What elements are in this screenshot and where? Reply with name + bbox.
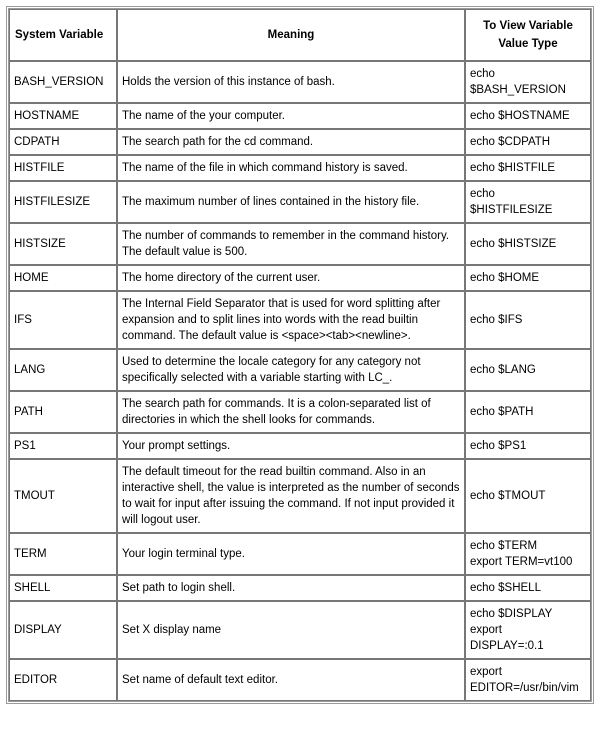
cell-view-command: echo $TMOUT <box>465 459 591 533</box>
cell-system-variable: TERM <box>9 533 117 575</box>
cell-system-variable: PATH <box>9 391 117 433</box>
table-row: PATH The search path for commands. It is … <box>9 391 591 433</box>
table-row: HISTSIZE The number of commands to rememb… <box>9 223 591 265</box>
view-command-line: export TERM=vt100 <box>470 556 573 568</box>
cell-system-variable: LANG <box>9 349 117 391</box>
cell-meaning: Set X display name <box>117 601 465 659</box>
cell-system-variable: CDPATH <box>9 129 117 155</box>
cell-view-command: echo $HOME <box>465 265 591 291</box>
cell-meaning: The default timeout for the read builtin… <box>117 459 465 533</box>
cell-meaning: The name of the your computer. <box>117 103 465 129</box>
cell-meaning: The name of the file in which command hi… <box>117 155 465 181</box>
cell-meaning: Your prompt settings. <box>117 433 465 459</box>
view-command-line: echo <box>470 188 495 200</box>
cell-view-command: echo $HISTFILE <box>465 155 591 181</box>
cell-system-variable: PS1 <box>9 433 117 459</box>
table-row: IFS The Internal Field Separator that is … <box>9 291 591 349</box>
table-row: LANG Used to determine the locale categor… <box>9 349 591 391</box>
view-command-line: $BASH_VERSION <box>470 84 566 96</box>
system-variables-table: System Variable Meaning To View Variable… <box>6 6 594 704</box>
cell-system-variable: HISTFILE <box>9 155 117 181</box>
table-row: DISPLAY Set X display name echo $DISPLAY ex… <box>9 601 591 659</box>
table-row: HOME The home directory of the current us… <box>9 265 591 291</box>
view-command-line: echo $HOSTNAME <box>470 110 570 122</box>
cell-system-variable: DISPLAY <box>9 601 117 659</box>
table-row: BASH_VERSION Holds the version of this in… <box>9 61 591 103</box>
cell-view-command: echo $DISPLAY export DISPLAY=:0.1 <box>465 601 591 659</box>
table-row: PS1 Your prompt settings. echo $PS1 <box>9 433 591 459</box>
view-command-line: echo $SHELL <box>470 582 541 594</box>
cell-system-variable: HOSTNAME <box>9 103 117 129</box>
view-command-line: EDITOR=/usr/bin/vim <box>470 682 579 694</box>
cell-meaning: The maximum number of lines contained in… <box>117 181 465 223</box>
cell-system-variable: HISTSIZE <box>9 223 117 265</box>
view-command-line: echo $PS1 <box>470 440 527 452</box>
cell-meaning: Set name of default text editor. <box>117 659 465 701</box>
cell-view-command: echo $HISTSIZE <box>465 223 591 265</box>
view-command-line: echo $IFS <box>470 314 523 326</box>
cell-meaning: Your login terminal type. <box>117 533 465 575</box>
column-header-to-view-variable-value-type: To View Variable Value Type <box>465 9 591 61</box>
cell-system-variable: BASH_VERSION <box>9 61 117 103</box>
cell-meaning: The home directory of the current user. <box>117 265 465 291</box>
cell-view-command: echo $BASH_VERSION <box>465 61 591 103</box>
view-command-line: echo $HISTSIZE <box>470 238 557 250</box>
view-command-line: echo $DISPLAY <box>470 608 553 620</box>
cell-meaning: Holds the version of this instance of ba… <box>117 61 465 103</box>
cell-view-command: echo $PATH <box>465 391 591 433</box>
column-header-line-1: To View Variable <box>483 20 573 32</box>
view-command-line: export <box>470 666 502 678</box>
cell-meaning: Used to determine the locale category fo… <box>117 349 465 391</box>
column-header-line-2: Value Type <box>498 38 558 50</box>
cell-system-variable: EDITOR <box>9 659 117 701</box>
view-command-line: echo $LANG <box>470 364 536 376</box>
column-header-meaning: Meaning <box>117 9 465 61</box>
cell-meaning: The search path for the cd command. <box>117 129 465 155</box>
cell-view-command: echo $SHELL <box>465 575 591 601</box>
cell-system-variable: SHELL <box>9 575 117 601</box>
cell-view-command: echo $HOSTNAME <box>465 103 591 129</box>
table-row: HISTFILE The name of the file in which co… <box>9 155 591 181</box>
table-row: EDITOR Set name of default text editor. ex… <box>9 659 591 701</box>
view-command-line: export <box>470 624 502 636</box>
cell-view-command: echo $PS1 <box>465 433 591 459</box>
table-row: SHELL Set path to login shell. echo $SHELL <box>9 575 591 601</box>
cell-view-command: echo $CDPATH <box>465 129 591 155</box>
cell-view-command: echo $IFS <box>465 291 591 349</box>
view-command-line: echo $HOME <box>470 272 540 284</box>
cell-meaning: The search path for commands. It is a co… <box>117 391 465 433</box>
table-row: CDPATH The search path for the cd command… <box>9 129 591 155</box>
cell-system-variable: TMOUT <box>9 459 117 533</box>
cell-system-variable: IFS <box>9 291 117 349</box>
cell-view-command: echo $TERM export TERM=vt100 <box>465 533 591 575</box>
table-header: System Variable Meaning To View Variable… <box>9 9 591 61</box>
document-page: System Variable Meaning To View Variable… <box>0 0 598 737</box>
cell-meaning: The Internal Field Separator that is use… <box>117 291 465 349</box>
view-command-line: echo $PATH <box>470 406 534 418</box>
cell-view-command: echo $HISTFILESIZE <box>465 181 591 223</box>
table-body: BASH_VERSION Holds the version of this in… <box>9 61 591 701</box>
table-row: HISTFILESIZE The maximum number of lines … <box>9 181 591 223</box>
column-header-system-variable: System Variable <box>9 9 117 61</box>
cell-meaning: Set path to login shell. <box>117 575 465 601</box>
table-row: HOSTNAME The name of the your computer. ec… <box>9 103 591 129</box>
cell-view-command: export EDITOR=/usr/bin/vim <box>465 659 591 701</box>
table-header-row: System Variable Meaning To View Variable… <box>9 9 591 61</box>
view-command-line: echo $HISTFILE <box>470 162 556 174</box>
view-command-line: echo $TERM <box>470 540 538 552</box>
cell-system-variable: HOME <box>9 265 117 291</box>
table-row: TERM Your login terminal type. echo $TERM e… <box>9 533 591 575</box>
view-command-line: echo $CDPATH <box>470 136 551 148</box>
view-command-line: $HISTFILESIZE <box>470 204 553 216</box>
cell-meaning: The number of commands to remember in th… <box>117 223 465 265</box>
view-command-line: DISPLAY=:0.1 <box>470 640 544 652</box>
table-row: TMOUT The default timeout for the read bu… <box>9 459 591 533</box>
view-command-line: echo $TMOUT <box>470 490 546 502</box>
view-command-line: echo <box>470 68 495 80</box>
cell-system-variable: HISTFILESIZE <box>9 181 117 223</box>
cell-view-command: echo $LANG <box>465 349 591 391</box>
